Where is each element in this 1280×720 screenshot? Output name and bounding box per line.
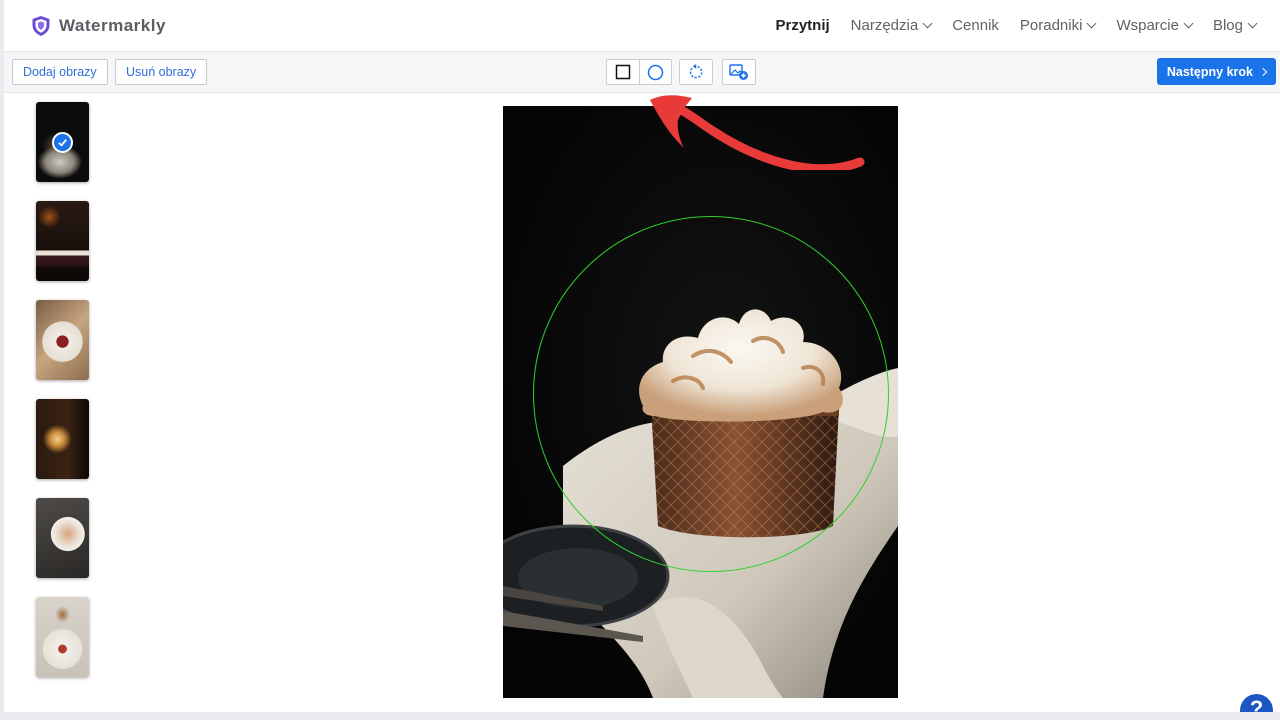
next-step-button[interactable]: Następny krok — [1156, 58, 1276, 85]
circle-crop-icon — [647, 64, 664, 80]
next-step-label: Następny krok — [1166, 64, 1253, 79]
nav-item-pricing[interactable]: Cennik — [952, 17, 999, 34]
nav-label: Narzędzia — [850, 17, 919, 34]
chevron-down-icon — [1183, 18, 1194, 29]
image-canvas[interactable] — [503, 106, 898, 698]
app-window: Watermarkly Przytnij Narzędzia Cennik Po… — [4, 0, 1280, 712]
brand[interactable]: Watermarkly — [32, 16, 166, 36]
shield-logo-icon — [32, 16, 50, 36]
editor-toolbar: Dodaj obrazy Usuń obrazy Następny krok — [4, 52, 1280, 93]
help-button[interactable]: ? — [1240, 694, 1273, 712]
nav-item-crop[interactable]: Przytnij — [775, 17, 829, 34]
thumbnail-pastry-plate[interactable] — [36, 498, 89, 578]
thumbnail-dessert-plate[interactable] — [36, 300, 89, 380]
rotate-button[interactable] — [680, 60, 712, 84]
nav-label: Przytnij — [775, 17, 830, 34]
nav-item-tools[interactable]: Narzędzia — [850, 17, 933, 34]
crop-shape-group — [606, 59, 672, 85]
rectangle-crop-icon — [615, 64, 631, 80]
add-image-group — [722, 59, 756, 85]
thumbnail-strip — [36, 102, 90, 696]
top-header: Watermarkly Przytnij Narzędzia Cennik Po… — [4, 0, 1280, 52]
add-image-icon — [729, 64, 748, 80]
nav-label: Wsparcie — [1116, 17, 1179, 34]
chevron-right-icon — [1258, 67, 1268, 76]
chevron-down-icon — [1087, 18, 1097, 29]
rotate-icon — [689, 64, 703, 79]
thumbnail-table-setting[interactable] — [36, 597, 89, 677]
chevron-down-icon — [1247, 18, 1258, 29]
add-image-button[interactable] — [723, 60, 755, 84]
nav-item-support[interactable]: Wsparcie — [1116, 17, 1194, 34]
thumbnail-meringue-cake[interactable] — [36, 102, 89, 182]
thumbnail-cake-slice[interactable] — [36, 201, 89, 281]
nav-label: Cennik — [952, 17, 999, 34]
selected-check-icon — [52, 132, 73, 153]
nav-label: Blog — [1212, 17, 1243, 34]
rectangle-crop-button[interactable] — [607, 60, 639, 84]
nav-label: Poradniki — [1019, 17, 1083, 34]
chevron-down-icon — [922, 18, 933, 29]
nav-item-blog[interactable]: Blog — [1212, 17, 1258, 34]
thumbnail-candle[interactable] — [36, 399, 89, 479]
nav-item-guides[interactable]: Poradniki — [1019, 17, 1097, 34]
circle-crop-selection[interactable] — [533, 216, 889, 572]
main-nav: Przytnij Narzędzia Cennik Poradniki Wspa… — [754, 17, 1258, 34]
add-images-button[interactable]: Dodaj obrazy — [12, 59, 108, 85]
app-name: Watermarkly — [59, 16, 166, 35]
circle-crop-button[interactable] — [639, 60, 671, 84]
remove-images-button[interactable]: Usuń obrazy — [115, 59, 208, 85]
rotate-group — [679, 59, 713, 85]
